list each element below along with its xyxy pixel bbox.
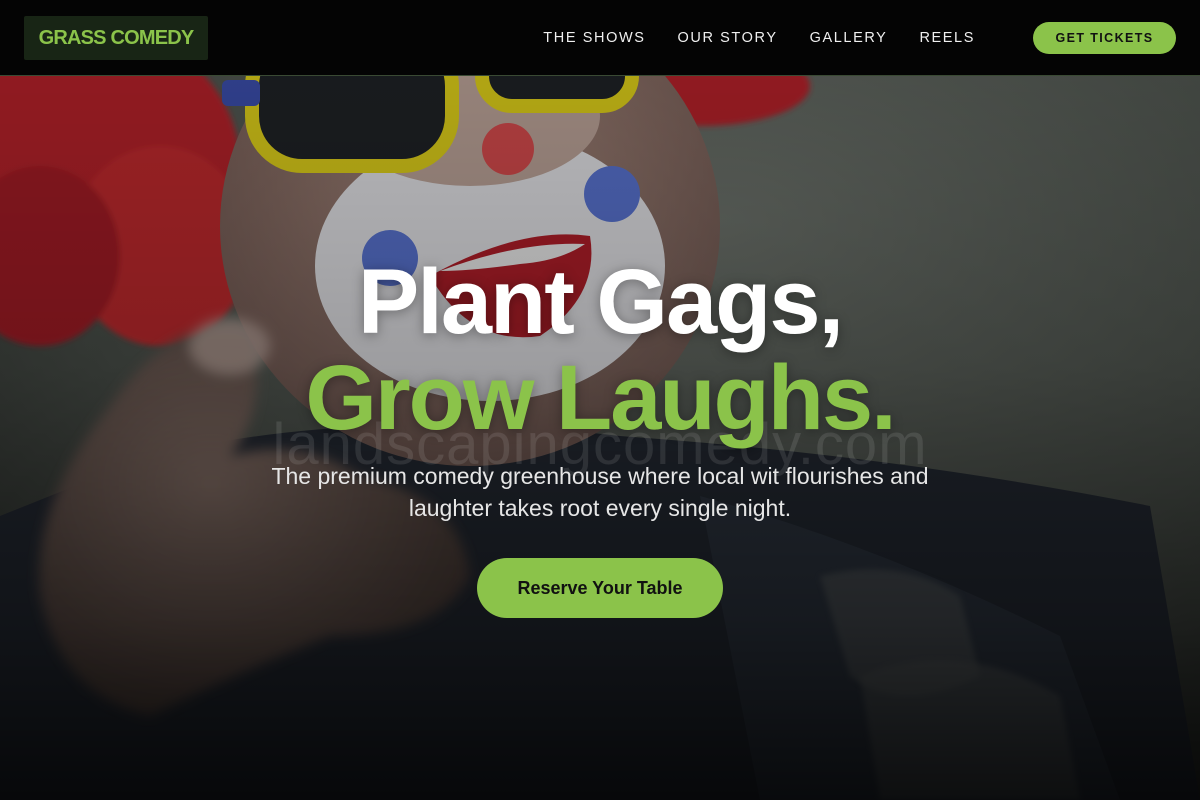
nav-item-gallery[interactable]: GALLERY xyxy=(810,30,888,46)
site-header: GRASS COMEDY THE SHOWS OUR STORY GALLERY… xyxy=(0,0,1200,76)
get-tickets-button[interactable]: GET TICKETS xyxy=(1033,22,1176,54)
nav-item-the-shows[interactable]: THE SHOWS xyxy=(543,30,645,46)
site-logo[interactable]: GRASS COMEDY xyxy=(24,16,208,60)
nav-item-our-story[interactable]: OUR STORY xyxy=(678,30,778,46)
hero-section: Plant Gags, Grow Laughs. The premium com… xyxy=(0,250,1200,618)
landing-page: landscapingcomedy.com GRASS COMEDY THE S… xyxy=(0,0,1200,800)
nav-item-reels[interactable]: REELS xyxy=(919,30,975,46)
reserve-table-button[interactable]: Reserve Your Table xyxy=(477,558,723,618)
hero-title-line1: Plant Gags, xyxy=(357,251,844,353)
hero-subtitle: The premium comedy greenhouse where loca… xyxy=(271,463,929,521)
hero-title-line2: Grow Laughs. xyxy=(305,347,896,449)
main-nav: THE SHOWS OUR STORY GALLERY REELS xyxy=(543,0,975,76)
